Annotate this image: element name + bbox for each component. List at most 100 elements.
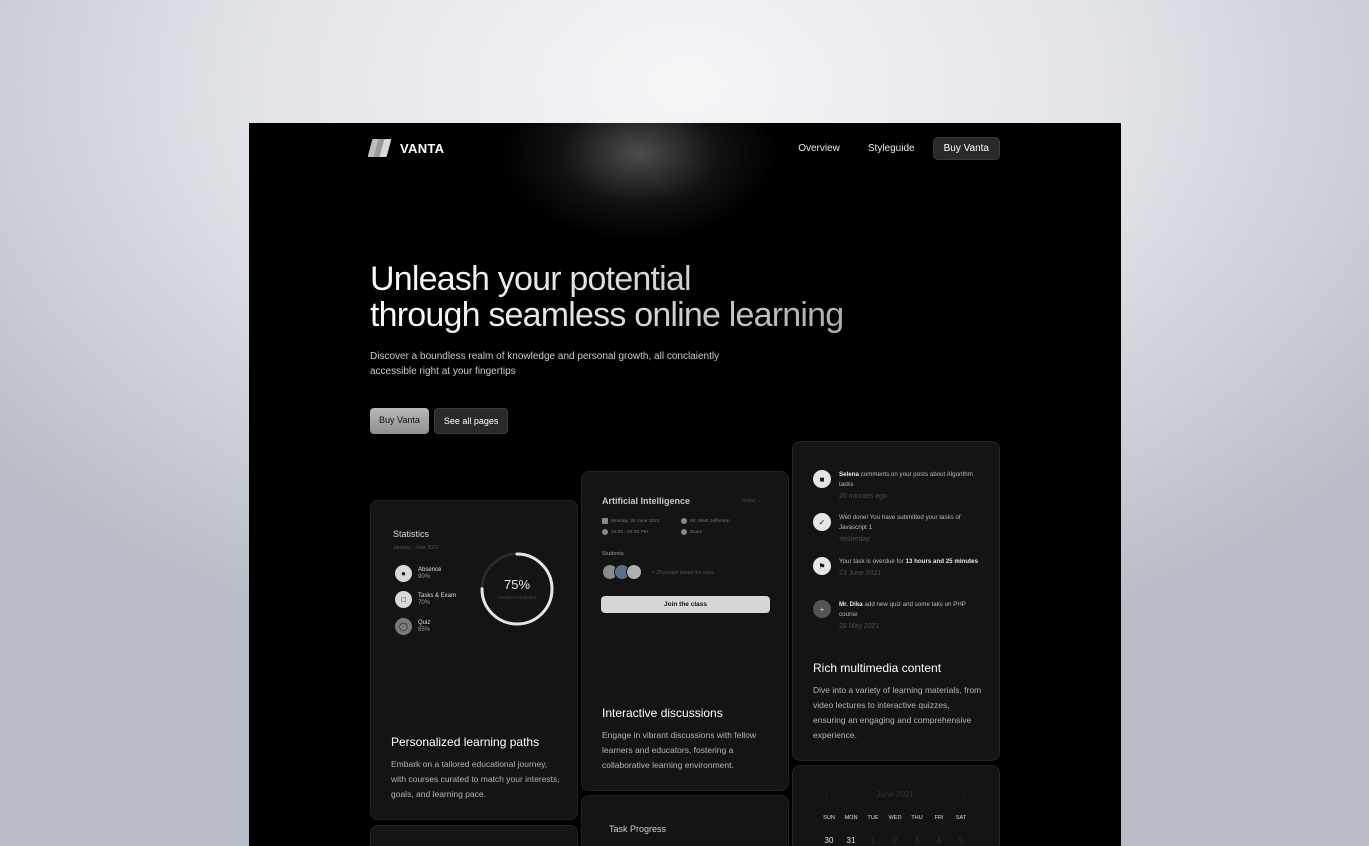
- feature-card-bottom-left: [370, 825, 578, 846]
- calendar-day[interactable]: 31: [840, 836, 862, 845]
- card-heading: Personalized learning paths: [391, 735, 540, 749]
- stat-quiz: ◯ Quiz 85%: [395, 618, 430, 635]
- notification-time: Yesterday: [839, 536, 870, 543]
- calendar-day[interactable]: 1: [862, 836, 884, 845]
- notification-item[interactable]: ■ Selena comments on your posts about Al…: [813, 470, 983, 500]
- hero-title-line-1: Unleash your potential: [370, 260, 691, 298]
- weekday-label: SUN: [823, 815, 835, 821]
- weekday-label: FRI: [934, 815, 944, 821]
- class-time-text: 10:00 - 03:30 PM: [611, 529, 648, 535]
- notification-time: 20 minutes ago: [839, 493, 887, 500]
- class-platform: Zoom: [681, 529, 702, 535]
- check-icon: ✓: [813, 513, 831, 531]
- feature-card-multimedia: ■ Selena comments on your posts about Al…: [792, 441, 1000, 761]
- calendar-day[interactable]: 3: [906, 836, 928, 845]
- task-progress-card: Task Progress: [581, 795, 789, 846]
- class-title: Artificial Intelligence: [602, 496, 691, 506]
- feature-card-discussions: Artificial Intelligence Today ⌄ Monday, …: [581, 471, 789, 791]
- alarm-icon: ◯: [395, 618, 412, 635]
- notification-text: Your task is overdue for: [839, 558, 906, 565]
- calendar-day[interactable]: 30: [818, 836, 840, 845]
- buy-vanta-button[interactable]: Buy Vanta: [370, 408, 429, 434]
- chevron-right-icon[interactable]: ›: [962, 790, 965, 799]
- students-label: Students: [602, 551, 624, 557]
- class-teacher: Mr. Mark Jefferson: [681, 518, 730, 524]
- card-description: Embark on a tailored educational journey…: [391, 759, 560, 799]
- calendar-week-row: 30 31 1 2 3 4 5: [818, 836, 972, 845]
- stat-name: Absence: [418, 566, 442, 573]
- notification-text: Well done! You have submitted your tasks…: [839, 514, 961, 531]
- ring-value: 75%: [503, 577, 531, 592]
- chevron-left-icon[interactable]: ‹: [825, 790, 828, 799]
- hero-subtitle: Discover a boundless realm of knowledge …: [370, 351, 720, 377]
- class-platform-text: Zoom: [690, 529, 703, 535]
- calendar-header: ‹ June 2021 ›: [825, 790, 965, 799]
- navbar: VANTA Overview Styleguide Buy Vanta: [367, 137, 1000, 160]
- nav-links: Overview Styleguide Buy Vanta: [788, 137, 1000, 160]
- person-icon: [681, 518, 687, 524]
- notification-item[interactable]: ⚑ Your task is overdue for 13 hours and …: [813, 557, 983, 577]
- user-icon: ●: [395, 565, 412, 582]
- logo[interactable]: VANTA: [367, 139, 445, 157]
- video-icon: [681, 529, 687, 535]
- feature-card-personalized: Statistics January - June 2021 ● Absence…: [370, 500, 578, 820]
- stat-tasks-exam: □ Tasks & Exam 70%: [395, 591, 456, 608]
- student-avatars: [602, 564, 642, 580]
- notification-item[interactable]: + Mr. Dika add new quiz and some taks on…: [813, 600, 983, 630]
- notification-actor: Mr. Dika: [839, 601, 863, 608]
- notification-actor: Selena: [839, 471, 859, 478]
- ring-caption: Grades Completed: [498, 595, 536, 600]
- calendar-weekdays: SUN MON TUE WED THU FRI SAT: [818, 815, 972, 821]
- avatar: [626, 564, 642, 580]
- notification-text: comments on your posts about Algorithm t…: [839, 471, 973, 488]
- joined-count: + 25 people joined the class: [652, 570, 715, 576]
- weekday-label: MON: [844, 815, 858, 821]
- stat-name: Quiz: [418, 619, 431, 626]
- app-frame: VANTA Overview Styleguide Buy Vanta Unle…: [249, 123, 1121, 846]
- statistics-range: January - June 2021: [393, 545, 439, 551]
- stat-value: 70%: [418, 599, 431, 606]
- task-progress-title: Task Progress: [609, 824, 667, 834]
- buy-vanta-nav-button[interactable]: Buy Vanta: [932, 137, 1000, 160]
- join-class-button[interactable]: Join the class: [601, 596, 770, 613]
- see-all-pages-button[interactable]: See all pages: [433, 408, 509, 434]
- card-heading: Rich multimedia content: [813, 661, 942, 675]
- plus-icon: +: [813, 600, 831, 618]
- class-time: 10:00 - 03:30 PM: [602, 529, 648, 535]
- calendar-card: ‹ June 2021 › SUN MON TUE WED THU FRI SA…: [792, 765, 1000, 846]
- hero-title: Unleash your potential through seamless …: [370, 261, 930, 333]
- nav-link-styleguide[interactable]: Styleguide: [858, 138, 925, 159]
- calendar-day[interactable]: 2: [884, 836, 906, 845]
- card-description: Dive into a variety of learning material…: [813, 685, 982, 740]
- clock-icon: [602, 529, 608, 535]
- class-teacher-text: Mr. Mark Jefferson: [690, 518, 730, 524]
- nav-link-overview[interactable]: Overview: [788, 138, 850, 159]
- card-heading: Interactive discussions: [602, 706, 723, 720]
- vanta-logo-icon: [367, 139, 392, 157]
- class-date-text: Monday, 28 June 2021: [611, 518, 660, 524]
- stat-absence: ● Absence 90%: [395, 565, 441, 582]
- notification-item[interactable]: ✓ Well done! You have submitted your tas…: [813, 513, 983, 543]
- brand-name: VANTA: [400, 140, 445, 156]
- calendar-day[interactable]: 5: [950, 836, 972, 845]
- notification-time: 28 May 2021: [839, 623, 880, 630]
- weekday-label: TUE: [867, 815, 879, 821]
- weekday-label: SAT: [955, 815, 967, 821]
- flag-icon: ⚑: [813, 557, 831, 575]
- calendar-day[interactable]: 4: [928, 836, 950, 845]
- class-when-label: Today: [741, 498, 756, 504]
- card-description: Engage in vibrant discussions with fello…: [602, 730, 757, 770]
- class-date: Monday, 28 June 2021: [602, 518, 659, 524]
- notification-highlight: 13 hours and 25 minutes: [905, 558, 979, 565]
- calendar-month: June 2021: [876, 790, 914, 799]
- clipboard-icon: □: [395, 591, 412, 608]
- weekday-label: THU: [911, 815, 923, 821]
- statistics-title: Statistics: [393, 529, 430, 539]
- class-when-dropdown[interactable]: Today ⌄: [741, 498, 762, 504]
- notification-time: 23 June 2021: [839, 570, 882, 577]
- weekday-label: WED: [888, 815, 902, 821]
- stat-value: 90%: [418, 573, 431, 580]
- calendar-icon: [602, 518, 608, 524]
- hero-actions: Buy Vanta See all pages: [370, 408, 509, 434]
- stat-value: 85%: [418, 626, 431, 633]
